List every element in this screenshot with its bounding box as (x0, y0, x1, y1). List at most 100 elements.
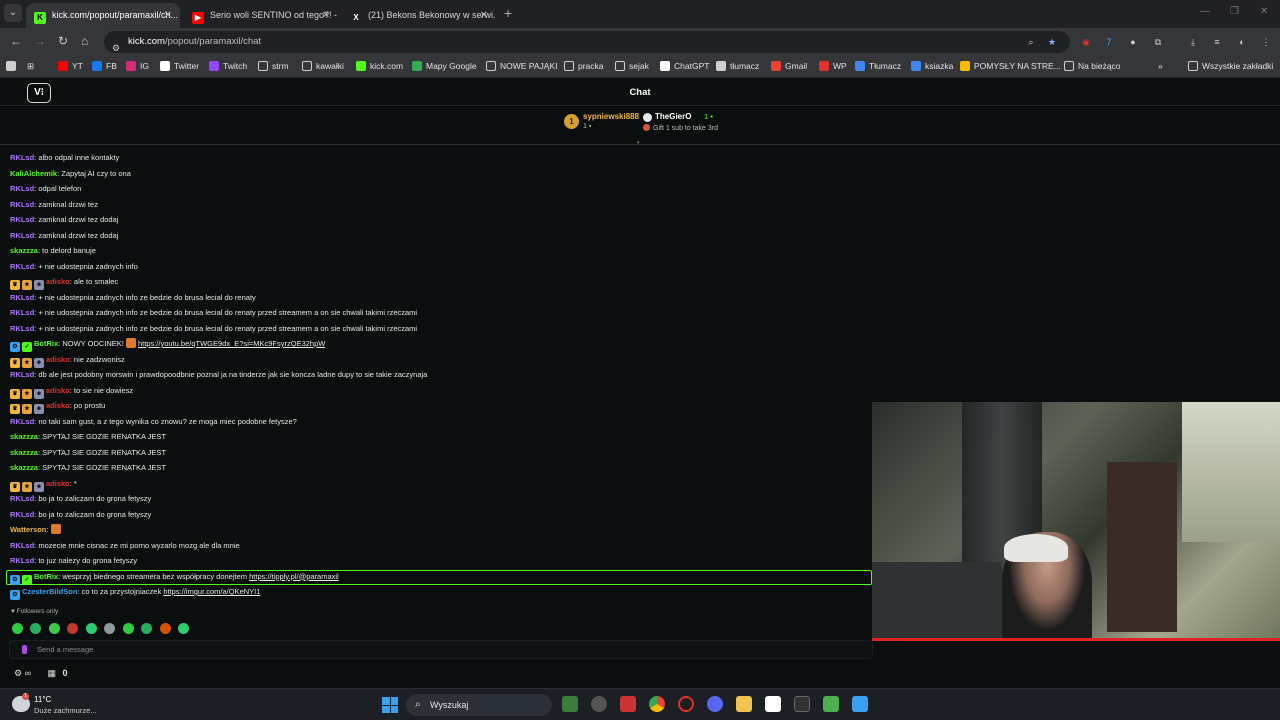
bookmark-item[interactable]: Na bieżąco (1064, 61, 1121, 71)
bot-badge-icon[interactable]: ⚙ (10, 342, 20, 352)
verified-badge-icon[interactable]: ✓ (22, 342, 32, 352)
chat-username[interactable]: RKLsd (10, 153, 34, 162)
sub-badge-icon[interactable]: ☻ (34, 280, 44, 290)
bookmark-item[interactable]: Twitch (209, 61, 247, 71)
more-bookmarks-icon[interactable]: » (1158, 61, 1163, 71)
emote-button[interactable] (104, 623, 116, 634)
extension-icon[interactable]: ● (1127, 36, 1139, 48)
microphone-icon[interactable] (22, 645, 27, 654)
download-icon[interactable]: ⤓ (1187, 36, 1199, 48)
bookmark-item[interactable]: IG (126, 61, 149, 71)
bookmark-item[interactable]: POMYSŁY NA STRE... (960, 61, 1061, 71)
back-icon[interactable]: ← (10, 34, 22, 48)
chat-username[interactable]: RKLsd (10, 293, 34, 302)
chrome-icon[interactable] (649, 696, 665, 712)
taskbar-search[interactable]: ⌕ Wyszukaj (406, 694, 552, 716)
verified-badge-icon[interactable]: ✓ (22, 574, 32, 585)
bookmark-item[interactable]: Tłumacz (855, 61, 901, 71)
bookmark-item[interactable]: ksiazka (911, 61, 953, 71)
chat-username[interactable]: CzesterBildSon (22, 587, 77, 596)
chat-username[interactable]: adisko (46, 479, 70, 488)
apps-grid-icon[interactable]: ⊞ (27, 61, 34, 72)
tab-youtube[interactable]: ▶ Serio woli SENTINO od tego?! - ✕ (184, 3, 338, 28)
gift-sub-prompt[interactable]: Gift 1 sub to take 3rd (643, 124, 718, 132)
chat-link[interactable]: https://imgur.com/a/QKeNYI1 (163, 587, 260, 596)
extensions-puzzle-icon[interactable]: ⧉ (1152, 36, 1164, 48)
emote-button[interactable] (12, 623, 23, 634)
chat-username[interactable]: adisko (46, 386, 70, 395)
bookmark-item[interactable]: pracka (564, 61, 604, 71)
bookmark-item[interactable]: YT (58, 61, 83, 71)
gift-badge-icon[interactable]: ★ (22, 388, 32, 399)
record-extension-icon[interactable]: ◉ (1080, 36, 1092, 48)
crown-badge-icon[interactable]: ♛ (10, 388, 20, 399)
all-bookmarks-folder[interactable]: Wszystkie zakładki (1188, 61, 1273, 71)
app-icon-paint[interactable] (620, 696, 636, 712)
tab-kick-chat[interactable]: Kkick.com/popout/paramaxil/ch... ✕ (26, 3, 180, 28)
emote-button[interactable] (85, 623, 97, 634)
chat-username[interactable]: RKLsd (10, 308, 34, 317)
chat-username[interactable]: skazzza (10, 448, 38, 457)
terminal-icon[interactable] (794, 696, 810, 712)
gift-badge-icon[interactable]: ★ (22, 481, 32, 492)
emote-button[interactable] (122, 623, 134, 634)
close-tab-icon[interactable]: ✕ (322, 3, 330, 28)
close-window-icon[interactable]: ✕ (1260, 6, 1268, 17)
bookmark-item[interactable]: FB (92, 61, 117, 71)
leaderboard-first-name[interactable]: sypniewski888 (583, 112, 639, 121)
bookmark-item[interactable]: NOWE PAJĄKI (486, 61, 557, 71)
app-icon-green[interactable] (823, 696, 839, 712)
gift-badge-icon[interactable]: ★ (22, 280, 32, 290)
chat-username[interactable]: RKLsd (10, 370, 34, 379)
bookmark-item[interactable]: kawałki (302, 61, 344, 71)
chat-username[interactable]: adisko (46, 355, 70, 364)
profile-avatar-icon[interactable]: ◐ (1236, 36, 1248, 48)
sub-badge-icon[interactable]: ☻ (34, 357, 44, 368)
forward-icon[interactable]: → (34, 34, 46, 48)
tab-search-icon[interactable]: ⌄ (4, 4, 22, 22)
home-icon[interactable]: ⌂ (81, 34, 88, 48)
chat-username[interactable]: RKLsd (10, 417, 34, 426)
chat-username[interactable]: RKLsd (10, 556, 34, 565)
settings-icon[interactable]: ⚙ ∞ (14, 668, 31, 678)
sidebar-toggle-icon[interactable] (6, 61, 20, 71)
chat-username[interactable]: Watterson (10, 525, 46, 534)
weather-condition[interactable]: Duże zachmurze... (34, 706, 97, 715)
zoom-icon[interactable]: ⌕ (1025, 36, 1037, 48)
chat-username[interactable]: RKLsd (10, 184, 34, 193)
new-tab-icon[interactable]: + (504, 5, 512, 21)
emote-button[interactable] (141, 623, 153, 634)
chat-username[interactable]: RKLsd (10, 215, 34, 224)
bot-badge-icon[interactable]: ⚙ (10, 574, 20, 585)
url-field[interactable]: ⚙ kick.com/popout/paramaxil/chat (104, 31, 1070, 53)
discord-icon[interactable] (707, 696, 723, 712)
emote-button[interactable] (67, 623, 79, 634)
tab-x[interactable]: X (21) Bekons Bekonowy w serwi... ✕ (342, 3, 496, 28)
points-icon[interactable]: ▦ (48, 668, 57, 678)
crown-badge-icon[interactable]: ♛ (10, 280, 20, 290)
emote-button[interactable] (159, 623, 171, 634)
chat-username[interactable]: RKLsd (10, 510, 34, 519)
chat-username[interactable]: skazzza (10, 246, 38, 255)
menu-dots-icon[interactable]: ⋮ (1260, 36, 1272, 48)
minimize-icon[interactable]: — (1200, 6, 1210, 17)
translate-extension-icon[interactable]: 7 (1103, 36, 1115, 48)
bookmark-item[interactable]: kick.com (356, 61, 403, 71)
chat-username[interactable]: RKLsd (10, 324, 34, 333)
maximize-icon[interactable]: ❐ (1230, 6, 1239, 17)
bookmark-item[interactable]: ChatGPT (660, 61, 709, 71)
chat-username[interactable]: skazzza (10, 463, 38, 472)
chat-username[interactable]: adisko (46, 401, 70, 410)
chat-username[interactable]: RKLsd (10, 200, 34, 209)
leaderboard-second-name[interactable]: TheGierO (655, 112, 691, 121)
chat-link[interactable]: https://youtu.be/qTWGE9dx_E?si=MKc9Fsyrz… (138, 339, 325, 348)
chat-username[interactable]: RKLsd (10, 231, 34, 240)
emote-button[interactable] (178, 623, 190, 634)
reload-icon[interactable]: ↻ (58, 34, 68, 48)
bookmark-item[interactable]: tłumacz (716, 61, 759, 71)
crown-badge-icon[interactable]: ♛ (10, 404, 20, 414)
gift-badge-icon[interactable]: ★ (22, 404, 32, 414)
app-icon-blue[interactable] (852, 696, 868, 712)
chat-username[interactable]: BotRix (34, 572, 58, 581)
chat-username[interactable]: RKLsd (10, 494, 34, 503)
